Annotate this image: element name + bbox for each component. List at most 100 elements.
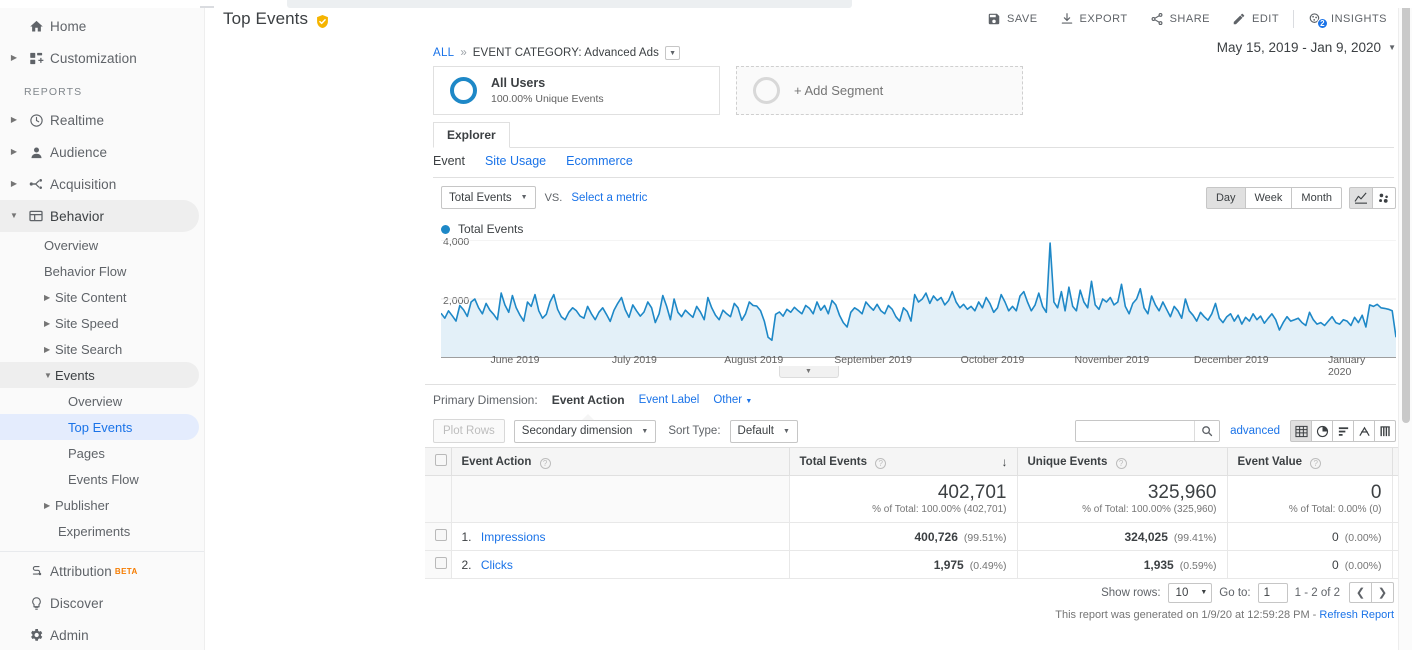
sidebar-item-audience[interactable]: ▶ Audience [0,136,199,168]
save-button[interactable]: SAVE [976,4,1049,34]
line-chart-icon[interactable] [1349,187,1373,209]
sidebar-item-events[interactable]: ▼ Events [0,362,199,388]
sidebar-item-site-content[interactable]: ▶ Site Content [0,284,199,310]
select-a-metric-link[interactable]: Select a metric [571,192,647,204]
segment-all-users[interactable]: All Users 100.00% Unique Events [433,66,720,115]
insights-button[interactable]: 2 INSIGHTS [1297,4,1398,34]
row-checkbox[interactable] [435,529,447,541]
granularity-week[interactable]: Week [1244,187,1293,209]
sidebar-item-top-events[interactable]: Top Events [0,414,199,440]
events-timeline-chart[interactable]: 4,000 2,000 [441,236,1396,358]
sidebar-item-behavior[interactable]: ▼ Behavior [0,200,199,232]
chevron-right-icon[interactable]: ▶ [6,180,22,188]
share-button[interactable]: SHARE [1139,4,1221,34]
chevron-right-icon[interactable]: ▶ [44,319,50,328]
row-checkbox[interactable] [435,557,447,569]
sort-type-select[interactable]: Default ▼ [729,419,798,443]
sidebar-item-publisher[interactable]: ▶ Publisher [0,492,199,518]
save-icon [987,12,1001,26]
sidebar-item-attribution[interactable]: Attribution BETA [0,555,199,587]
sidebar-item-acquisition[interactable]: ▶ Acquisition [0,168,199,200]
dimension-other[interactable]: Other ▼ [713,394,752,406]
subtab-event[interactable]: Event [433,154,465,168]
sidebar-item-label: Realtime [50,112,105,128]
pie-view-icon[interactable] [1311,420,1333,442]
scrollbar-thumb[interactable] [1402,3,1410,423]
sidebar-item-home[interactable]: Home [0,10,199,42]
page-scrollbar[interactable] [1398,0,1412,650]
search-input[interactable] [1076,421,1195,441]
sidebar-item-site-speed[interactable]: ▶ Site Speed [0,310,199,336]
pivot-view-icon[interactable] [1374,420,1396,442]
chevron-right-icon[interactable]: ❯ [1371,582,1394,603]
show-rows-select[interactable]: 10 ▼ [1167,582,1213,603]
export-icon [1060,12,1074,26]
row-name-link[interactable]: Clicks [481,558,513,572]
subtab-ecommerce[interactable]: Ecommerce [566,154,633,168]
chevron-right-icon[interactable]: ▶ [44,501,50,510]
tab-explorer[interactable]: Explorer [433,122,510,148]
date-range-picker[interactable]: May 15, 2019 - Jan 9, 2020 ▼ [1217,40,1396,55]
cut-off-search-pill[interactable] [287,0,852,8]
row-name-link[interactable]: Impressions [481,530,546,544]
help-icon[interactable]: ? [875,457,887,469]
help-icon[interactable]: ? [1310,457,1322,469]
granularity-day[interactable]: Day [1205,187,1246,209]
primary-metric-select[interactable]: Total Events ▼ [441,186,536,209]
sidebar-item-events-overview[interactable]: Overview [0,388,199,414]
sidebar-item-realtime[interactable]: ▶ Realtime [0,104,199,136]
sidebar-item-discover[interactable]: Discover [0,587,199,619]
secondary-dimension-select[interactable]: Secondary dimension ▼ [513,419,657,443]
breadcrumb-dropdown-icon[interactable]: ▼ [665,46,681,60]
advanced-link[interactable]: advanced [1230,425,1280,437]
column-event-value[interactable]: Event Value ? [1226,447,1392,476]
bar-view-icon[interactable] [1332,420,1354,442]
chevron-right-icon[interactable]: ▶ [6,116,22,124]
dimension-event-action[interactable]: Event Action [552,393,625,420]
sidebar-item-behavior-overview[interactable]: Overview [0,232,199,258]
chevron-right-icon[interactable]: ▶ [6,148,22,156]
chevron-down-icon[interactable]: ▼ [6,212,22,220]
column-total-events[interactable]: Total Events ? ↓ [788,447,1017,476]
subtab-divider [433,177,1394,178]
chevron-right-icon[interactable]: ▶ [6,54,22,62]
x-axis-tick: June 2019 [490,354,540,366]
gear-icon [22,627,50,643]
export-button[interactable]: EXPORT [1049,4,1139,34]
column-unique-events[interactable]: Unique Events ? [1016,447,1227,476]
sidebar-item-customization[interactable]: ▶ Customization [0,42,199,74]
chevron-right-icon[interactable]: ▶ [44,345,50,354]
table-search[interactable] [1075,420,1221,442]
sidebar-item-admin[interactable]: Admin [0,619,199,650]
motion-chart-icon[interactable] [1372,187,1396,209]
toolbar-divider [1293,10,1295,28]
select-all-checkbox[interactable] [435,454,447,466]
dimension-event-label[interactable]: Event Label [639,394,700,406]
chevron-left-icon[interactable]: ❮ [1349,582,1372,603]
sidebar-item-events-flow[interactable]: Events Flow [0,466,199,492]
chevron-right-icon[interactable]: ▶ [44,293,50,302]
chart-collapse-handle[interactable]: ▼ [778,366,839,378]
refresh-report-link[interactable]: Refresh Report [1319,609,1394,621]
help-icon[interactable]: ? [1115,457,1127,469]
performance-view-icon[interactable] [1353,420,1375,442]
breadcrumb-all[interactable]: ALL [433,47,454,59]
sidebar-item-experiments[interactable]: Experiments [0,518,199,544]
table-view-icon[interactable] [1290,420,1312,442]
subtab-site-usage[interactable]: Site Usage [485,154,546,168]
row-event-value: 0 (0.00%) [1226,522,1392,551]
table-row[interactable]: 1. Impressions 400,726 (99.51%) 324,025 (9… [425,522,1412,551]
search-icon[interactable] [1194,421,1220,441]
chevron-down-icon[interactable]: ▼ [44,371,52,380]
go-to-input[interactable] [1257,582,1288,603]
sidebar-item-pages[interactable]: Pages [0,440,199,466]
sidebar-item-behavior-flow[interactable]: Behavior Flow [0,258,199,284]
edit-button[interactable]: EDIT [1221,4,1290,34]
sidebar-item-site-search[interactable]: ▶ Site Search [0,336,199,362]
add-segment-button[interactable]: + Add Segment [736,66,1023,115]
sort-desc-icon[interactable]: ↓ [1002,455,1008,469]
column-event-action[interactable]: Event Action ? [450,447,789,476]
granularity-month[interactable]: Month [1291,187,1342,209]
table-row[interactable]: 2. Clicks 1,975 (0.49%) 1,935 (0.59%) 0 (0.… [425,550,1412,579]
help-icon[interactable]: ? [539,457,551,469]
